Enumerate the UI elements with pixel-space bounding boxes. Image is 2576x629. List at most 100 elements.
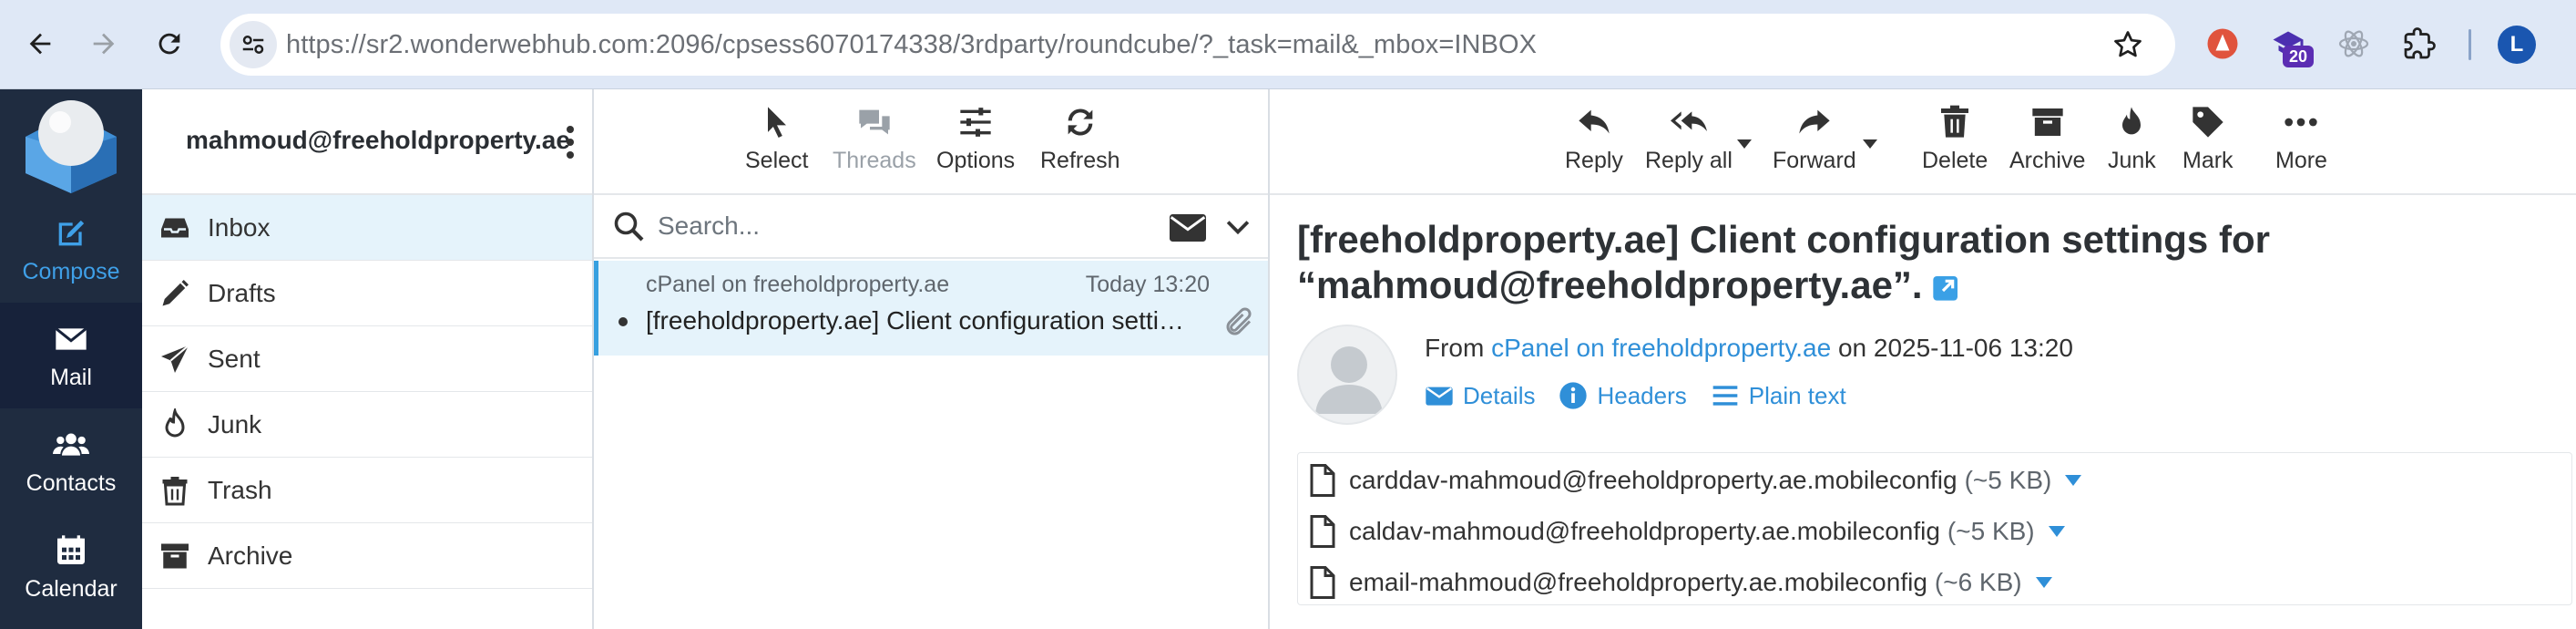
list-lines-icon: [1712, 386, 1738, 406]
refresh-button[interactable]: Refresh: [1040, 104, 1120, 174]
extensions-puzzle-icon[interactable]: [2401, 26, 2438, 62]
person-placeholder-icon: [1315, 346, 1383, 414]
fire-icon: [2122, 107, 2142, 135]
nav-contacts-label: Contacts: [26, 469, 117, 496]
attachment-list: carddav-mahmoud@freeholdproperty.ae.mobi…: [1297, 452, 2572, 605]
details-link[interactable]: Details: [1425, 381, 1535, 410]
archive-button[interactable]: Archive: [2009, 104, 2085, 174]
sender-link[interactable]: cPanel on freeholdproperty.ae: [1491, 334, 1831, 362]
message-row[interactable]: cPanel on freeholdproperty.ae Today 13:2…: [594, 261, 1268, 356]
nav-compose[interactable]: Compose: [0, 197, 142, 303]
reply-all-button[interactable]: Reply all: [1645, 104, 1733, 174]
reload-button[interactable]: [146, 20, 193, 67]
attachment-name: carddav-mahmoud@freeholdproperty.ae.mobi…: [1349, 466, 1958, 494]
options-button[interactable]: Options: [936, 104, 1015, 174]
folder-sent-label: Sent: [208, 344, 261, 373]
chevron-down-icon[interactable]: [1226, 217, 1250, 237]
archive-icon: [2032, 108, 2063, 136]
folder-sent[interactable]: Sent: [142, 326, 592, 392]
header-links: Details Headers Plain text: [1425, 381, 1846, 410]
trash-icon: [162, 476, 188, 505]
profile-avatar[interactable]: L: [2498, 26, 2536, 64]
select-button[interactable]: Select: [745, 104, 808, 174]
mark-button[interactable]: Mark: [2182, 104, 2234, 174]
delete-button[interactable]: Delete: [1922, 104, 1988, 174]
folder-junk[interactable]: Junk: [142, 392, 592, 458]
url-text: https://sr2.wonderwebhub.com:2096/cpsess…: [286, 14, 1537, 76]
junk-button[interactable]: Junk: [2108, 104, 2156, 174]
mark-label: Mark: [2182, 148, 2234, 173]
list-toolbar: Select Threads Options Refresh: [594, 89, 1268, 195]
bookmark-star-icon[interactable]: [2111, 28, 2144, 61]
roundcube-logo-icon[interactable]: [18, 95, 124, 195]
message-list-pane: Select Threads Options Refresh cPanel on…: [594, 89, 1270, 629]
reply-all-caret-icon[interactable]: [1736, 139, 1753, 150]
file-icon: [1310, 515, 1335, 548]
attachment-name: caldav-mahmoud@freeholdproperty.ae.mobil…: [1349, 517, 1940, 545]
forward-caret-icon[interactable]: [1862, 139, 1878, 150]
calendar-icon: [57, 534, 85, 564]
paperclip-icon: [1226, 307, 1252, 335]
nav-mail[interactable]: Mail: [0, 303, 142, 408]
extension-brave-icon[interactable]: [2204, 26, 2241, 62]
reload-icon: [158, 33, 180, 55]
plain-text-label: Plain text: [1748, 381, 1846, 409]
reply-button[interactable]: Reply: [1565, 104, 1623, 174]
archive-icon: [161, 543, 189, 568]
nav-contacts[interactable]: Contacts: [0, 408, 142, 514]
forward-icon: [1799, 109, 1830, 134]
caret-down-icon[interactable]: [2035, 576, 2053, 589]
more-button[interactable]: More: [2275, 104, 2327, 174]
archive-label: Archive: [2009, 148, 2086, 173]
envelope-filter-icon[interactable]: [1170, 213, 1206, 242]
arrow-right-icon: [93, 33, 115, 55]
folder-inbox[interactable]: Inbox: [142, 195, 592, 261]
threads-button[interactable]: Threads: [833, 104, 916, 174]
nav-calendar[interactable]: Calendar: [0, 514, 142, 620]
folder-options-icon[interactable]: [561, 124, 579, 160]
caret-down-icon[interactable]: [2064, 474, 2082, 487]
folder-trash[interactable]: Trash: [142, 458, 592, 523]
nav-calendar-label: Calendar: [25, 575, 118, 602]
message-toolbar: Reply Reply all Forward Delete Archive J…: [1270, 89, 2576, 195]
contacts-icon: [53, 433, 89, 456]
caret-down-icon[interactable]: [2048, 525, 2066, 538]
attachment-item[interactable]: caldav-mahmoud@freeholdproperty.ae.mobil…: [1309, 513, 2066, 550]
select-label: Select: [745, 148, 809, 173]
folder-drafts[interactable]: Drafts: [142, 261, 592, 326]
fire-icon: [165, 407, 185, 437]
subject-text: [freeholdproperty.ae] Client configurati…: [1297, 218, 2270, 306]
reply-icon: [1579, 109, 1610, 134]
extension-react-icon[interactable]: [2336, 26, 2372, 62]
attachment-size: (~5 KB): [1947, 517, 2035, 545]
folder-archive[interactable]: Archive: [142, 523, 592, 589]
extension-badge: 20: [2283, 46, 2314, 67]
url-host: https://sr2.wonderwebhub.com: [286, 30, 649, 59]
refresh-icon: [1068, 108, 1093, 136]
folder-inbox-label: Inbox: [208, 212, 271, 242]
open-in-new-window-icon[interactable]: [1932, 273, 1961, 302]
info-circle-icon: [1559, 382, 1588, 409]
forward-message-button[interactable]: Forward: [1773, 104, 1856, 174]
refresh-label: Refresh: [1040, 148, 1120, 173]
plain-text-link[interactable]: Plain text: [1711, 381, 1846, 410]
headers-label: Headers: [1597, 381, 1687, 409]
attachment-item[interactable]: email-mahmoud@freeholdproperty.ae.mobile…: [1309, 564, 2053, 601]
site-settings-icon[interactable]: [230, 21, 277, 68]
toolbar-separator: [2469, 29, 2471, 60]
message-from: cPanel on freeholdproperty.ae: [646, 272, 950, 297]
message-subject-heading: [freeholdproperty.ae] Client configurati…: [1297, 217, 2290, 308]
back-button[interactable]: [16, 20, 64, 67]
address-bar[interactable]: https://sr2.wonderwebhub.com:2096/cpsess…: [220, 14, 2175, 76]
sender-line: From cPanel on freeholdproperty.ae on 20…: [1425, 334, 2073, 363]
reply-label: Reply: [1565, 148, 1623, 173]
folder-pane: mahmoud@freeholdproperty.ae Inbox Drafts…: [142, 89, 594, 629]
forward-button[interactable]: [80, 20, 128, 67]
sender-avatar: [1297, 325, 1397, 425]
attachment-item[interactable]: carddav-mahmoud@freeholdproperty.ae.mobi…: [1309, 462, 2082, 499]
headers-link[interactable]: Headers: [1559, 381, 1687, 410]
account-name: mahmoud@freeholdproperty.ae: [186, 126, 570, 154]
search-input[interactable]: [658, 206, 1131, 246]
attachment-size: (~5 KB): [1964, 466, 2052, 494]
folder-junk-label: Junk: [208, 409, 262, 438]
